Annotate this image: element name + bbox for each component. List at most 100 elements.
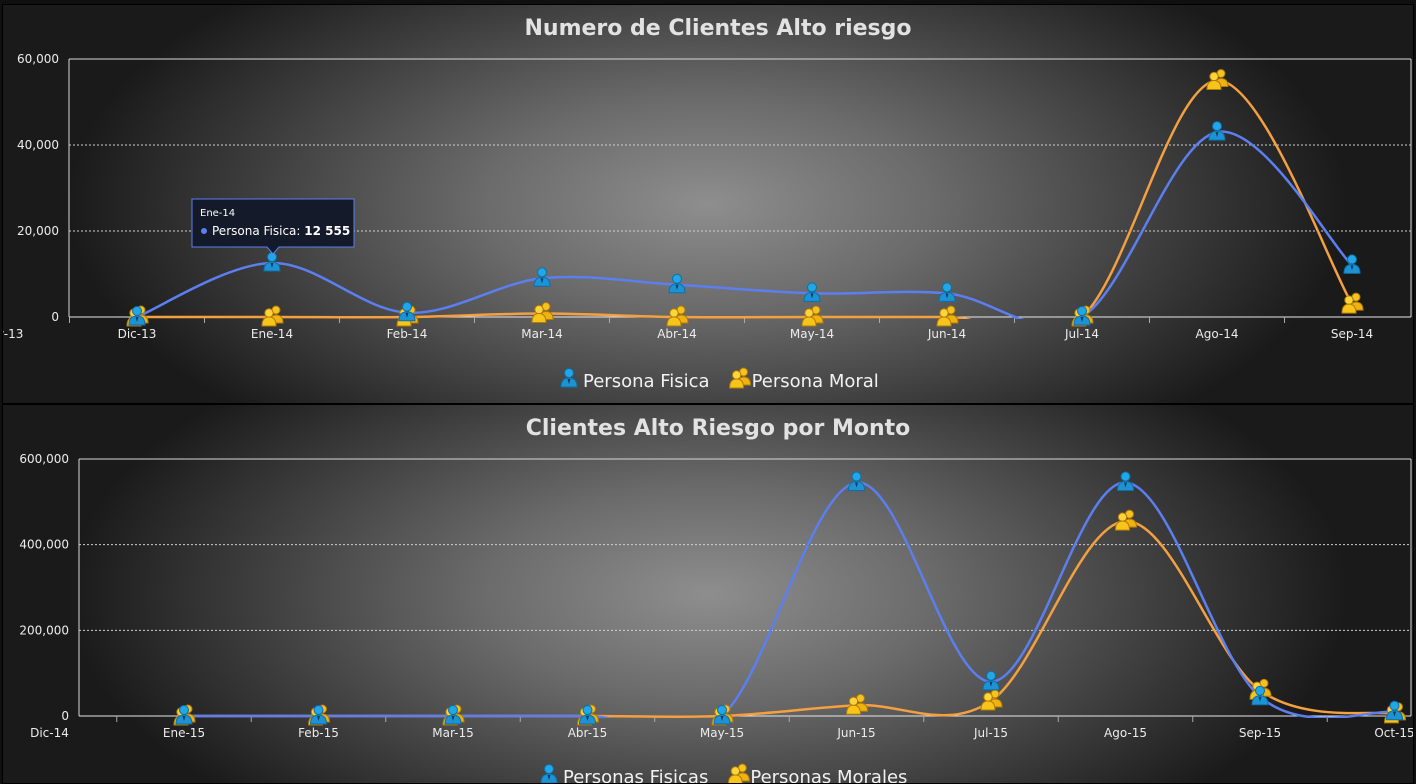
people-yellow-icon [1114, 509, 1138, 531]
y-tick-label: 600,000 [19, 452, 69, 466]
person-head [717, 705, 727, 715]
people-body-front [1341, 303, 1357, 314]
people-head-front [1209, 71, 1219, 82]
tooltip-series-dot [201, 228, 207, 234]
x-tick-label: Jul-14 [1064, 327, 1099, 341]
people-yellow-icon [729, 367, 752, 389]
person-head [851, 471, 862, 482]
person-head [807, 282, 817, 293]
people-head-front [1344, 295, 1354, 305]
people-head-front [730, 766, 741, 776]
person-head [544, 764, 554, 774]
person-head [942, 282, 952, 293]
x-tick-label: Nov-13 [3, 327, 23, 341]
chart-panel-clientes-alto-riesgo: Numero de Clientes Alto riesgo 0 20,000 40… [2, 4, 1414, 404]
x-tick-label: Jul-15 [973, 726, 1008, 740]
people-body-front [261, 316, 277, 327]
person-blue-icon [560, 368, 578, 388]
x-tick-label: Dic-14 [30, 726, 69, 740]
x-tick-label: Feb-15 [298, 726, 339, 740]
person-head [267, 252, 277, 263]
x-tick-label: May-15 [700, 726, 744, 740]
people-yellow-icon [845, 693, 869, 715]
chart-title: Clientes Alto Riesgo por Monto [526, 416, 911, 441]
people-body-front [801, 316, 817, 327]
chart-panel-alto-riesgo-monto: Clientes Alto Riesgo por Monto 0 200,000 4… [2, 404, 1414, 784]
person-head [1347, 254, 1357, 265]
people-head-front [1117, 512, 1128, 522]
y-tick-label: 40,000 [17, 138, 59, 152]
people-body-front [729, 378, 745, 389]
x-tick-label: May-14 [790, 327, 834, 341]
series-line-personas-fisicas [184, 481, 1395, 718]
people-yellow-icon [980, 689, 1003, 711]
people-body-front [936, 316, 952, 327]
x-tick-label: Oct-15 [1374, 726, 1413, 740]
person-head [582, 705, 593, 715]
people-head-front [731, 370, 742, 380]
person-head [402, 301, 412, 312]
x-tick-label: Jun-15 [836, 726, 875, 740]
x-tick-label: Ene-15 [163, 726, 205, 740]
people-head-front [804, 308, 814, 318]
person-head [313, 705, 324, 715]
y-tick-label: 20,000 [17, 224, 59, 238]
people-body-front [531, 313, 547, 324]
people-head-front [939, 308, 949, 318]
y-tick-label: 0 [51, 310, 59, 324]
people-head-front [669, 308, 679, 318]
people-body-front [666, 316, 682, 327]
people-body-front [845, 704, 862, 715]
x-tick-label: Mar-15 [432, 726, 473, 740]
chart-svg-monto: Clientes Alto Riesgo por Monto 0 200,000 4… [19, 416, 1413, 783]
x-tick-label: Dic-13 [118, 327, 157, 341]
tooltip-text: Persona Fisica: 12 555 [212, 224, 350, 238]
people-head-front [534, 304, 544, 315]
person-head [1389, 700, 1400, 711]
people-yellow-icon [1206, 69, 1229, 90]
people-yellow-icon [1341, 292, 1364, 314]
x-tick-label: Ene-14 [251, 327, 293, 341]
x-tick-label: Ago-15 [1104, 726, 1147, 740]
person-head [448, 705, 458, 715]
x-tick-label: Feb-14 [387, 327, 428, 341]
person-head [1120, 471, 1131, 482]
person-blue-icon [847, 471, 866, 492]
person-head [537, 267, 547, 278]
person-head [672, 273, 682, 284]
person-blue-icon [263, 252, 281, 272]
tooltip: Ene-14 Persona Fisica: 12 555 [191, 198, 355, 255]
x-tick-label: Mar-14 [521, 327, 562, 341]
y-tick-label: 60,000 [17, 52, 59, 66]
tooltip-category: Ene-14 [200, 208, 235, 219]
y-tick-label: 400,000 [19, 538, 69, 552]
person-blue-icon [540, 764, 558, 783]
person-head [564, 368, 574, 378]
y-tick-label: 200,000 [19, 623, 69, 637]
tooltip-value: 12 555 [304, 224, 350, 238]
person-head [179, 705, 189, 715]
people-body-front [980, 700, 996, 711]
y-tick-label: 0 [61, 709, 69, 723]
legend-item-label: Personas Morales [750, 767, 907, 783]
tooltip-series-name: Persona Fisica: [212, 224, 304, 238]
x-tick-label: Jun-14 [927, 327, 966, 341]
people-head-front [983, 692, 993, 702]
person-head [132, 306, 142, 316]
legend-item-label: Personas Fisicas [563, 767, 708, 783]
person-head [986, 670, 996, 681]
person-head [1212, 121, 1222, 132]
people-head-front [848, 696, 859, 706]
legend-item-label: Persona Fisica [583, 371, 710, 392]
x-tick-label: Sep-15 [1239, 726, 1281, 740]
people-head-front [264, 308, 274, 318]
x-tick-label: Sep-14 [1331, 327, 1373, 341]
person-blue-icon [1116, 471, 1135, 492]
legend-item-label: Persona Moral [752, 371, 879, 392]
people-yellow-icon [727, 763, 750, 783]
x-tick-label: Abr-15 [568, 726, 608, 740]
x-tick-label: Ago-14 [1196, 327, 1239, 341]
people-body-front [1206, 79, 1222, 90]
people-body-front [1114, 520, 1131, 531]
chart-title: Numero de Clientes Alto riesgo [525, 16, 912, 41]
